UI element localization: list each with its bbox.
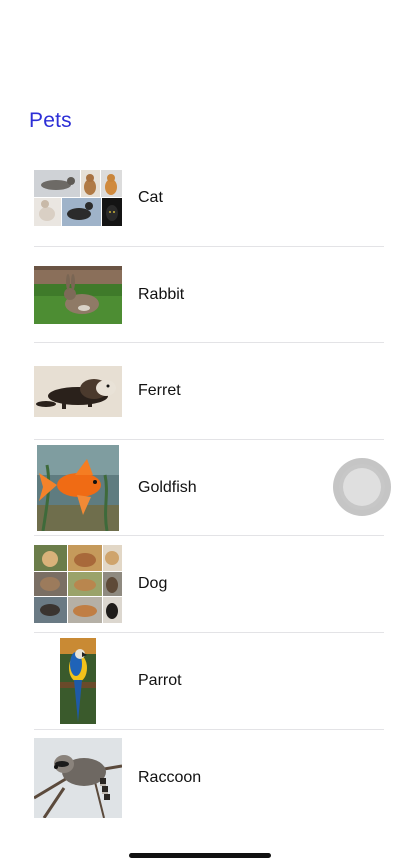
list-item-label: Rabbit (138, 285, 185, 303)
page-title: Pets (29, 109, 72, 132)
raccoon-thumbnail (34, 736, 122, 820)
list-item-raccoon[interactable]: Raccoon (0, 730, 400, 827)
list-item-parrot[interactable]: Parrot (0, 633, 400, 730)
list-item-label: Goldfish (138, 478, 197, 496)
goldfish-image (37, 444, 119, 531)
rabbit-thumbnail (34, 259, 122, 331)
list-item-ferret[interactable]: Ferret (0, 343, 400, 440)
ferret-image (34, 365, 122, 417)
parrot-image (60, 637, 96, 724)
cat-collage-image (34, 170, 122, 226)
parrot-thumbnail (34, 637, 122, 725)
rabbit-image (34, 265, 122, 324)
raccoon-image (34, 737, 122, 818)
list-item-dog[interactable]: Dog (0, 536, 400, 633)
ferret-thumbnail (34, 355, 122, 427)
list-item-label: Dog (138, 575, 168, 593)
goldfish-thumbnail (34, 444, 122, 531)
assistive-touch-inner (343, 468, 381, 506)
home-indicator[interactable] (129, 853, 271, 858)
list-item-label: Raccoon (138, 768, 202, 786)
list-item-label: Parrot (138, 671, 182, 689)
list-item-rabbit[interactable]: Rabbit (0, 247, 400, 344)
list-item-label: Ferret (138, 382, 181, 400)
dog-thumbnail (34, 544, 122, 624)
list-item-cat[interactable]: Cat (0, 150, 400, 247)
cat-thumbnail (34, 162, 122, 234)
assistive-touch-button[interactable] (333, 458, 391, 516)
list-item-label: Cat (138, 189, 163, 206)
dog-collage-image (34, 545, 122, 624)
